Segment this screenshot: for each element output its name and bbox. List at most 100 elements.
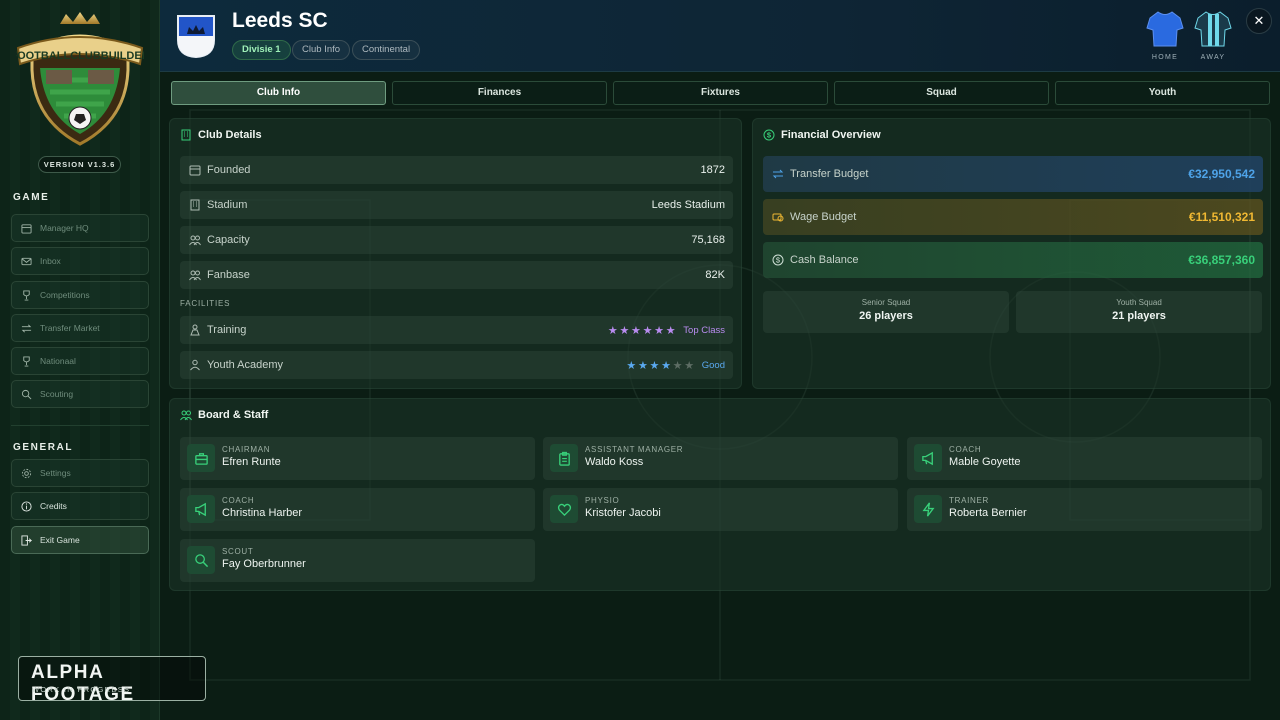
fin-value: €32,950,542 bbox=[1188, 167, 1255, 181]
pill-club-info[interactable]: Club Info bbox=[292, 40, 351, 60]
club-name: Leeds SC bbox=[232, 9, 328, 32]
staff-name: Fay Oberbrunner bbox=[222, 558, 306, 570]
trophy-icon bbox=[23, 289, 30, 301]
gear-icon bbox=[21, 468, 32, 478]
nav-competitions[interactable]: Competitions bbox=[11, 281, 149, 309]
financial-title: $ Financial Overview bbox=[763, 129, 881, 141]
facility-row-youth-academy: Youth Academy ★ ★ ★ ★ ★ ★ Good bbox=[180, 351, 733, 379]
people-icon bbox=[180, 410, 192, 421]
star-filled-icon: ★ bbox=[619, 324, 632, 337]
star-rating: ★ ★ ★ ★ ★ ★ bbox=[608, 324, 677, 337]
club-header: Leeds SC Divisie 1 Club Info Continental… bbox=[160, 0, 1280, 72]
star-filled-icon: ★ bbox=[649, 359, 662, 372]
star-empty-icon: ★ bbox=[684, 359, 696, 372]
board-title-text: Board & Staff bbox=[198, 409, 269, 421]
svg-text:FOOTBALLCLUBBUILDER: FOOTBALLCLUBBUILDER bbox=[16, 50, 144, 62]
star-filled-icon: ★ bbox=[637, 359, 650, 372]
star-filled-icon: ★ bbox=[607, 324, 620, 337]
fin-value: €36,857,360 bbox=[1188, 253, 1255, 267]
nav-exit-game[interactable]: Exit Game bbox=[11, 526, 149, 554]
search-icon bbox=[21, 389, 32, 399]
tab-club-info[interactable]: Club Info bbox=[171, 81, 386, 105]
fin-label: Wage Budget bbox=[790, 211, 857, 223]
facility-label: Training bbox=[207, 324, 247, 336]
staff-role: COACH bbox=[222, 496, 255, 505]
board-title: Board & Staff bbox=[180, 409, 268, 421]
nav-credits[interactable]: Credits bbox=[11, 492, 149, 520]
detail-label: Stadium bbox=[207, 199, 248, 211]
staff-card: COACH Christina Harber bbox=[180, 488, 535, 531]
nav-manager-hq[interactable]: Manager HQ bbox=[11, 214, 149, 242]
staff-role: TRAINER bbox=[949, 496, 990, 505]
detail-row-founded: Founded 1872 bbox=[180, 156, 733, 184]
facility-row-training: Training ★ ★ ★ ★ ★ ★ Top Class bbox=[180, 316, 733, 344]
staff-role: PHYSIO bbox=[585, 496, 620, 505]
youth-squad-label: Youth Squad bbox=[1116, 298, 1162, 307]
nav-scouting[interactable]: Scouting bbox=[11, 380, 149, 408]
nav-transfer-market[interactable]: Transfer Market bbox=[11, 314, 149, 342]
fin-value: €11,510,321 bbox=[1188, 210, 1255, 224]
nav-settings[interactable]: Settings bbox=[11, 459, 149, 487]
pill-continental[interactable]: Continental bbox=[352, 40, 421, 60]
club-details-panel: Club Details Founded 1872 Stadium Leeds … bbox=[169, 118, 742, 389]
nav-nationaal[interactable]: Nationaal bbox=[11, 347, 149, 375]
fin-row-wage: Wage Budget €11,510,321 bbox=[763, 199, 1263, 235]
calendar-icon bbox=[21, 223, 32, 234]
staff-card: TRAINER Roberta Bernier bbox=[907, 488, 1262, 531]
home-shirt-icon bbox=[1146, 11, 1184, 47]
building-icon bbox=[190, 199, 200, 211]
nav-label: Scouting bbox=[40, 389, 74, 399]
game-section-title: GAME bbox=[13, 192, 50, 203]
general-section-title: GENERAL bbox=[13, 442, 74, 453]
nav-label: Competitions bbox=[40, 290, 90, 300]
staff-name: Waldo Koss bbox=[585, 456, 644, 468]
briefcase-icon bbox=[194, 452, 208, 465]
fin-row-cash: $ Cash Balance €36,857,360 bbox=[763, 242, 1263, 278]
staff-name: Mable Goyette bbox=[949, 456, 1021, 468]
staff-icon-box bbox=[187, 495, 215, 523]
close-button[interactable]: ✕ bbox=[1246, 8, 1272, 34]
pill-division[interactable]: Divisie 1 bbox=[232, 40, 291, 60]
nav-inbox[interactable]: Inbox bbox=[11, 247, 149, 275]
tab-youth[interactable]: Youth bbox=[1055, 81, 1270, 105]
dollar-icon: $ bbox=[772, 254, 784, 266]
fin-row-transfer: Transfer Budget €32,950,542 bbox=[763, 156, 1263, 192]
transfer-icon bbox=[21, 324, 32, 332]
financial-title-text: Financial Overview bbox=[781, 129, 881, 141]
people-icon bbox=[189, 270, 201, 281]
staff-icon-box bbox=[550, 444, 578, 472]
dollar-icon: $ bbox=[763, 129, 775, 141]
alpha-title: ALPHA FOOTAGE bbox=[31, 662, 135, 705]
exit-icon bbox=[21, 534, 32, 546]
nav-label: Transfer Market bbox=[40, 323, 100, 333]
football-club-builder-logo: FOOTBALLCLUBBUILDER bbox=[16, 12, 144, 146]
home-kit-label: HOME bbox=[1151, 54, 1179, 61]
sidebar-divider bbox=[11, 425, 149, 426]
away-shirt-icon bbox=[1194, 11, 1232, 47]
detail-value: Leeds Stadium bbox=[651, 199, 725, 211]
staff-role: ASSISTANT MANAGER bbox=[585, 445, 684, 454]
staff-role: COACH bbox=[949, 445, 982, 454]
board-staff-panel: Board & Staff CHAIRMAN Efren Runte ASSIS… bbox=[169, 398, 1271, 591]
people-icon bbox=[190, 359, 200, 371]
detail-label: Fanbase bbox=[207, 269, 250, 281]
tab-fixtures[interactable]: Fixtures bbox=[613, 81, 828, 105]
sidebar: FOOTBALLCLUBBUILDER VERSION V1.3.6 GAME … bbox=[0, 0, 160, 720]
tab-finances[interactable]: Finances bbox=[392, 81, 607, 105]
detail-value: 75,168 bbox=[691, 234, 725, 246]
training-icon bbox=[190, 324, 200, 336]
alpha-footage-badge: ALPHA FOOTAGE WORK IN PROGRESS bbox=[18, 656, 206, 705]
home-kit[interactable]: HOME bbox=[1146, 10, 1184, 61]
nav-label: Credits bbox=[40, 501, 67, 511]
building-icon bbox=[181, 129, 191, 141]
financial-overview-panel: $ Financial Overview Transfer Budget €32… bbox=[752, 118, 1271, 389]
youth-squad-count: 21 players bbox=[1112, 310, 1166, 322]
tab-squad[interactable]: Squad bbox=[834, 81, 1049, 105]
clipboard-icon bbox=[558, 451, 570, 466]
staff-role: SCOUT bbox=[222, 547, 254, 556]
detail-value: 82K bbox=[705, 269, 725, 281]
away-kit-label: AWAY bbox=[1200, 54, 1226, 61]
heart-icon bbox=[557, 503, 571, 516]
mail-icon bbox=[21, 257, 32, 265]
away-kit[interactable]: AWAY bbox=[1194, 10, 1232, 61]
